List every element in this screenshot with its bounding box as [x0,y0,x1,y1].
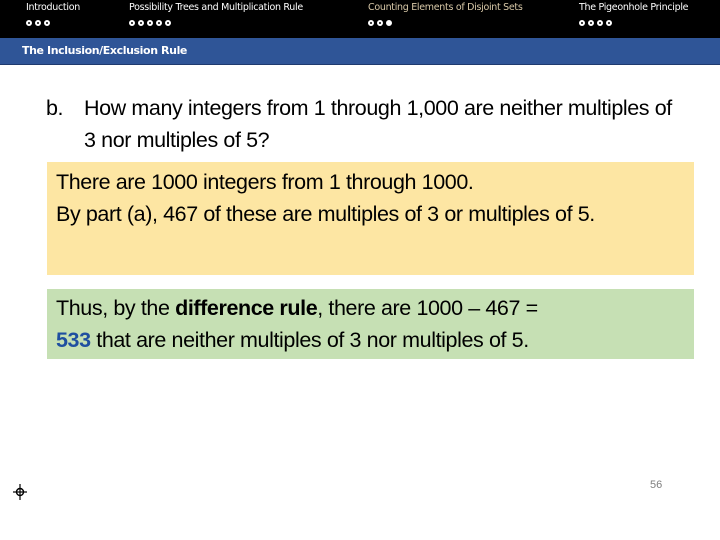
nav-section-introduction[interactable]: Introduction [26,2,80,26]
nav-slide-dots [129,20,303,26]
slide-dot-icon[interactable] [129,20,135,26]
slide-dot-icon[interactable] [377,20,383,26]
question-label: b. [46,96,64,120]
page-number: 56 [650,479,663,491]
current-slide-dot-icon[interactable] [386,20,392,26]
crosshair-icon[interactable] [12,484,28,500]
slide-dot-icon[interactable] [588,20,594,26]
answer-box-premise: There are 1000 integers from 1 through 1… [47,162,694,275]
slide-dot-icon[interactable] [26,20,32,26]
slide-dot-icon[interactable] [606,20,612,26]
nav-slide-dots [26,20,80,26]
conclusion-prefix: Thus, by the [56,296,176,320]
nav-section-title[interactable]: The Pigeonhole Principle [579,2,689,13]
nav-section-title[interactable]: Possibility Trees and Multiplication Rul… [129,2,303,13]
slide-dot-icon[interactable] [138,20,144,26]
premise-line-2: By part (a), 467 of these are multiples … [56,202,595,226]
nav-slide-dots [368,20,523,26]
answer-box-conclusion: Thus, by the difference rule, there are … [47,289,694,359]
slide-dot-icon[interactable] [368,20,374,26]
question-text: How many integers from 1 through 1,000 a… [84,96,672,152]
subsection-title: The Inclusion/Exclusion Rule [22,44,187,57]
nav-section-title[interactable]: Introduction [26,2,80,13]
nav-slide-dots [579,20,688,26]
result-value: 533 [56,328,91,352]
slide-dot-icon[interactable] [156,20,162,26]
premise-line-1: There are 1000 integers from 1 through 1… [56,170,474,194]
nav-section-possibility-trees[interactable]: Possibility Trees and Multiplication Rul… [129,2,303,26]
slide-dot-icon[interactable] [165,20,171,26]
nav-section-title[interactable]: Counting Elements of Disjoint Sets [368,2,523,13]
slide-dot-icon[interactable] [44,20,50,26]
slide-dot-icon[interactable] [579,20,585,26]
section-navigation-bar: Introduction Possibility Trees and Multi… [0,0,720,38]
conclusion-middle: , there are 1000 – 467 = [317,296,538,320]
nav-section-pigeonhole[interactable]: The Pigeonhole Principle [579,2,689,26]
slide-dot-icon[interactable] [597,20,603,26]
question: b. How many integers from 1 through 1,00… [46,92,686,156]
nav-section-counting-disjoint-sets[interactable]: Counting Elements of Disjoint Sets [368,2,523,26]
subsection-bar: The Inclusion/Exclusion Rule [0,38,720,65]
conclusion-suffix: that are neither multiples of 3 nor mult… [90,328,529,352]
answer-box-premise-text: There are 1000 integers from 1 through 1… [56,166,688,230]
slide-dot-icon[interactable] [35,20,41,26]
answer-box-conclusion-text: Thus, by the difference rule, there are … [56,292,688,356]
difference-rule-term: difference rule [175,296,318,320]
slide-dot-icon[interactable] [147,20,153,26]
